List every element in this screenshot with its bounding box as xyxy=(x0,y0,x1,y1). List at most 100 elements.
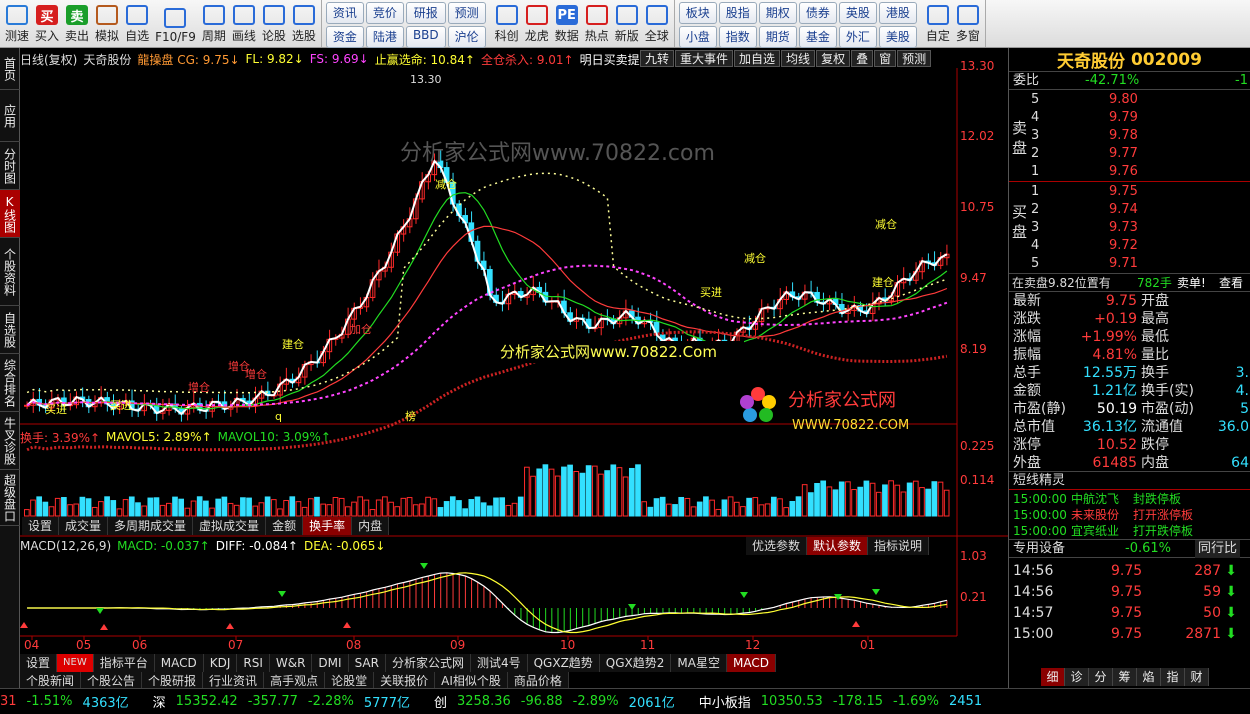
macd-btn-2[interactable]: 指标说明 xyxy=(868,537,930,555)
market-link-4[interactable]: 期权 xyxy=(758,2,797,24)
market-link-7[interactable]: 基金 xyxy=(798,26,837,48)
indicator-tab-12[interactable]: QGX趋势2 xyxy=(599,654,672,672)
indicator-tab-11[interactable]: QGXZ趋势 xyxy=(527,654,600,672)
tech-button[interactable]: 科创 xyxy=(492,0,522,47)
sell-notice-more[interactable]: 查看 xyxy=(1219,274,1243,292)
chart-annotation-9: 买进 xyxy=(45,403,67,416)
toolbar-link-2[interactable]: 竞价 xyxy=(365,2,404,24)
macd-down-arrow-icon xyxy=(278,591,286,597)
toolbar-link-0[interactable]: 资讯 xyxy=(325,2,364,24)
vol-tab-5[interactable]: 换手率 xyxy=(303,517,353,535)
elf-row-1[interactable]: 15:00:00 未来股份 打开涨停板 xyxy=(1009,507,1250,523)
macd-btn-1[interactable]: 默认参数 xyxy=(807,537,869,555)
sidebar-tab-4[interactable]: 个股资料 xyxy=(0,238,20,306)
panel-tab-5[interactable]: 指 xyxy=(1161,668,1185,686)
sidebar-tab-0[interactable]: 首页 xyxy=(0,48,20,90)
macd-btn-0[interactable]: 优选参数 xyxy=(746,537,808,555)
hammer-button[interactable]: 模拟 xyxy=(92,0,122,47)
indicator-tab-14[interactable]: MACD xyxy=(726,654,776,672)
pe-button[interactable]: PE 数据 xyxy=(552,0,582,47)
market-link-8[interactable]: 英股 xyxy=(838,2,877,24)
kline-chart-svg[interactable]: 13.30 12.02 10.75 9.47 8.19 0.225 0.114 1.03 0.2… xyxy=(20,48,1008,658)
indicator-tab-4[interactable]: KDJ xyxy=(203,654,238,672)
vol-tab-3[interactable]: 虚拟成交量 xyxy=(193,517,267,535)
toolbar-link-4[interactable]: 研报 xyxy=(405,2,446,24)
multiwindow-button[interactable]: 多窗 xyxy=(953,0,983,47)
indicator-tab-8[interactable]: SAR xyxy=(348,654,386,672)
buy-level: 3 xyxy=(1031,220,1040,235)
dragon-button[interactable]: 龙虎 xyxy=(522,0,552,47)
panel-tab-1[interactable]: 诊 xyxy=(1065,668,1089,686)
elf-row-0[interactable]: 15:00:00 中航沈飞 封跌停板 xyxy=(1009,491,1250,507)
volume-bar xyxy=(159,504,166,517)
magnify-button[interactable]: 选股 xyxy=(289,0,319,47)
sidebar-tab-5[interactable]: 自选股 xyxy=(0,306,20,354)
hot-button[interactable]: 热点 xyxy=(582,0,612,47)
market-link-6[interactable]: 债券 xyxy=(798,2,837,24)
indicator-tab-10[interactable]: 测试4号 xyxy=(470,654,528,672)
vol-tab-1[interactable]: 成交量 xyxy=(59,517,109,535)
toolbar-link-6[interactable]: 预测 xyxy=(447,2,486,24)
indicator-tab-9[interactable]: 分析家公式网 xyxy=(385,654,471,672)
indicator-tab-2[interactable]: 指标平台 xyxy=(93,654,155,672)
buy-button[interactable]: 买买入 xyxy=(32,0,62,47)
market-link-1[interactable]: 小盘 xyxy=(678,26,717,48)
toolbar-link-5[interactable]: BBD xyxy=(405,26,446,48)
toolbar-link-3[interactable]: 陆港 xyxy=(365,26,404,48)
market-link-9[interactable]: 外汇 xyxy=(838,26,877,48)
panel-tab-0[interactable]: 细 xyxy=(1041,668,1065,686)
volume-bar xyxy=(820,480,827,517)
market-link-11[interactable]: 美股 xyxy=(878,26,917,48)
sidebar-tab-1[interactable]: 应用 xyxy=(0,90,20,142)
peer-compare-button[interactable]: 同行比 xyxy=(1195,540,1241,558)
panel-tab-2[interactable]: 分 xyxy=(1089,668,1113,686)
toolbar-link-1[interactable]: 资金 xyxy=(325,26,364,48)
volume-bar xyxy=(382,496,388,517)
indicator-tab-5[interactable]: RSI xyxy=(237,654,270,672)
f10-button[interactable]: F10/F9 xyxy=(152,0,199,47)
buy-price: 9.75 xyxy=(1109,184,1138,199)
market-link-3[interactable]: 指数 xyxy=(718,26,757,48)
market-link-5[interactable]: 期货 xyxy=(758,26,797,48)
vol-tab-0[interactable]: 设置 xyxy=(22,517,60,535)
vol-tab-2[interactable]: 多周期成交量 xyxy=(108,517,194,535)
panel-tab-3[interactable]: 筹 xyxy=(1113,668,1137,686)
vol-tab-4[interactable]: 金额 xyxy=(266,517,304,535)
vol-tab-6[interactable]: 内盘 xyxy=(352,517,390,535)
new-button[interactable]: 新版 xyxy=(612,0,642,47)
volume-bar xyxy=(54,497,61,517)
sidebar-tab-6[interactable]: 综合排名 xyxy=(0,354,20,412)
indicator-tab-0[interactable]: 设置 xyxy=(20,654,58,672)
toolbar-link-7[interactable]: 沪伦 xyxy=(447,26,486,48)
market-link-10[interactable]: 港股 xyxy=(878,2,917,24)
market-link-2[interactable]: 股指 xyxy=(718,2,757,24)
elf-row-2[interactable]: 15:00:00 宜宾纸业 打开跌停板 xyxy=(1009,523,1250,539)
volume-bar xyxy=(400,497,407,517)
chart-annotation-0: 减仓 xyxy=(435,177,457,191)
sidebar-tab-3[interactable]: K线图 xyxy=(0,190,20,238)
indicator-tab-1[interactable]: NEW xyxy=(57,654,94,672)
dragon-label: 龙虎 xyxy=(524,29,549,43)
forum-button[interactable]: 论股 xyxy=(259,0,289,47)
star-folder-button[interactable]: 自选 xyxy=(122,0,152,47)
indicator-tab-13[interactable]: MA星空 xyxy=(671,654,727,672)
indicator-tab-3[interactable]: MACD xyxy=(154,654,204,672)
sidebar-tab-7[interactable]: 牛叉诊股 xyxy=(0,412,20,470)
macd-info-0: MACD(12,26,9) xyxy=(20,539,112,553)
globe-button[interactable]: 全球 xyxy=(642,0,672,47)
stat-row-4: 总手 12.55万 换手 3. xyxy=(1009,364,1250,382)
panel-tab-6[interactable]: 财 xyxy=(1185,668,1209,686)
custom-button[interactable]: 自定 xyxy=(923,0,953,47)
volume-bar xyxy=(178,498,185,517)
pen-button[interactable]: 画线 xyxy=(229,0,259,47)
panel-tab-4[interactable]: 焰 xyxy=(1137,668,1161,686)
market-link-0[interactable]: 板块 xyxy=(678,2,717,24)
clock-button[interactable]: 周期 xyxy=(199,0,229,47)
speed-button[interactable]: 测速 xyxy=(2,0,32,47)
sell-level: 4 xyxy=(1031,110,1040,125)
sell-button[interactable]: 卖卖出 xyxy=(62,0,92,47)
sidebar-tab-2[interactable]: 分时图 xyxy=(0,142,20,190)
indicator-tab-6[interactable]: W&R xyxy=(269,654,313,672)
sidebar-tab-8[interactable]: 超级盘口 xyxy=(0,470,20,526)
indicator-tab-7[interactable]: DMI xyxy=(312,654,349,672)
